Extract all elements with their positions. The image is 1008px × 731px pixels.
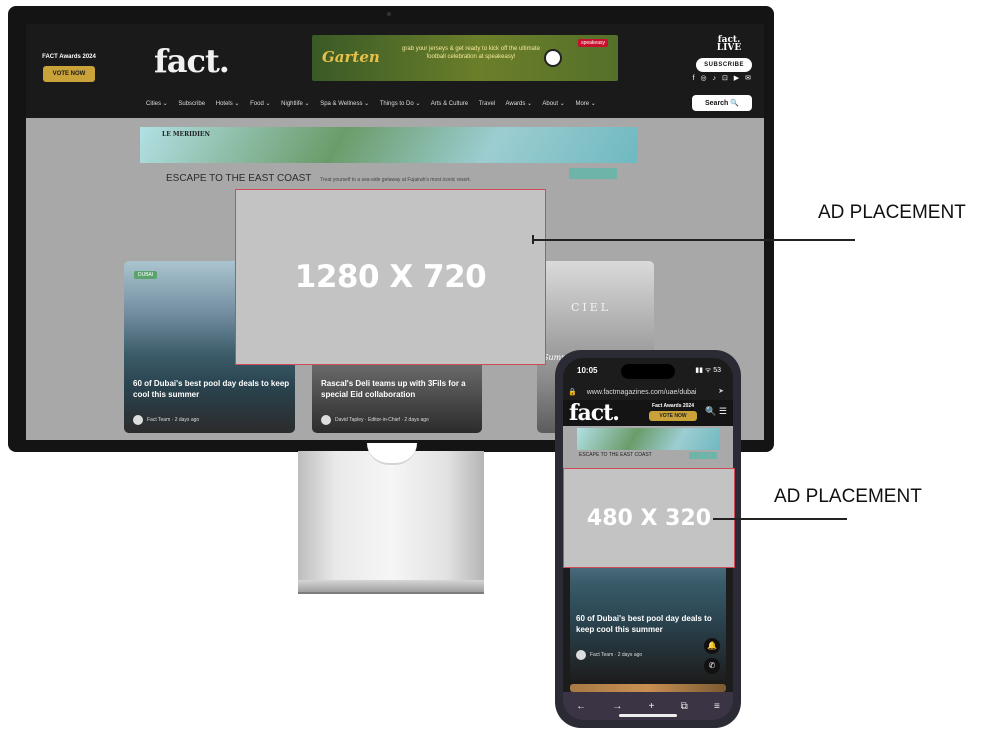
hero-ad-image[interactable]: LE MERIDIEN [140,127,637,163]
nav-item-spa[interactable]: Spa & Wellness ⌄ [320,101,369,107]
home-indicator [619,714,677,717]
mobile-logo[interactable]: fact. [569,400,620,426]
nav-item-about[interactable]: About ⌄ [542,101,564,107]
mobile-callout-line [713,518,847,520]
tabs-icon[interactable]: ⧉ [681,701,688,712]
football-icon [544,49,562,67]
whatsapp-icon[interactable]: ✆ [704,658,720,674]
banner-text: grab your jerseys & get ready to kick of… [402,46,540,60]
forward-icon[interactable]: → [612,701,622,712]
nav-item-nightlife[interactable]: Nightlife ⌄ [281,101,309,107]
awards-title: FACT Awards 2024 [42,54,96,60]
mobile-hero-ad[interactable]: ESCAPE TO THE EAST COAST [563,426,733,468]
hero-ad-cta[interactable] [569,168,617,179]
author-text: Fact Team · 2 days ago [147,417,200,423]
hero-ad-headline: ESCAPE TO THE EAST COAST [166,173,312,184]
author-text: David Tapley · Editor-in-Chief · 2 days … [335,417,429,423]
ciel-logo: CIEL [571,301,612,314]
avatar [576,650,586,660]
nav-item-things-to-do[interactable]: Things to Do ⌄ [380,101,421,107]
mobile-card-title: 60 of Dubai's best pool day deals to kee… [576,614,712,634]
nav-item-travel[interactable]: Travel [479,101,495,107]
hero-ad-text: ESCAPE TO THE EAST COAST Treat yourself … [166,173,471,184]
mobile-awards-title: Fact Awards 2024 [652,403,694,409]
desktop-ad-placement: 1280 X 720 [235,189,546,365]
vote-now-button[interactable]: VOTE NOW [42,66,96,82]
lock-icon: 🔒 [568,389,577,396]
nav-item-awards[interactable]: Awards ⌄ [505,101,532,107]
avatar [133,415,143,425]
stand-base [298,580,484,594]
desktop-callout-line [533,239,855,241]
banner-tag: speakeasy [578,39,608,47]
nav-item-arts[interactable]: Arts & Culture [431,101,468,107]
desktop-callout-label: AD PLACEMENT [818,202,966,223]
awards-promo: FACT Awards 2024 VOTE NOW [34,54,104,82]
url-text: www.factmagazines.com/uae/dubai [586,388,697,396]
search-menu-icons[interactable]: 🔍 ☰ [705,406,727,417]
mobile-ad-placement: 480 X 320 [563,468,735,568]
nav-item-more[interactable]: More ⌄ [575,101,595,107]
banner-brand: Garten [322,48,380,66]
monitor-stand [298,451,484,591]
category-tag: DUBAI [134,271,158,279]
subscribe-button[interactable]: SUBSCRIBE [696,58,752,72]
mobile-card-author: Fact Team · 2 days ago [576,650,642,660]
status-icons: ▮▮ ᯤ 53 [695,367,721,374]
social-icons[interactable]: f ◎ ♪ ⊡ ▶ ✉ [693,74,753,82]
nav-item-subscribe[interactable]: Subscribe [178,101,205,107]
mobile-awards: Fact Awards 2024 VOTE NOW [649,403,697,421]
main-nav: Cities ⌄ Subscribe Hotels ⌄ Food ⌄ Night… [146,100,605,107]
menu-icon[interactable]: ≡ [714,701,720,712]
camera-dot [387,12,391,16]
status-time: 10:05 [577,366,598,375]
url-bar[interactable]: 🔒 www.factmagazines.com/uae/dubai ➤ [568,384,728,400]
hero-ad-subline: Treat yourself to a sea-side getaway at … [320,177,471,183]
card-title: Rascal's Deli teams up with 3Fils for a … [321,379,466,399]
mobile-ad-image [577,428,720,450]
back-icon[interactable]: ← [576,701,586,712]
nav-item-hotels[interactable]: Hotels ⌄ [216,101,240,107]
meridien-logo: LE MERIDIEN [162,131,210,138]
mobile-callout-label: AD PLACEMENT [774,486,922,507]
card-title: 60 of Dubai's best pool day deals to kee… [133,379,290,399]
site-header: FACT Awards 2024 VOTE NOW fact. Garten g… [26,24,764,118]
dynamic-island [621,364,675,379]
mobile-header: fact. Fact Awards 2024 VOTE NOW 🔍 ☰ [563,400,733,426]
header-banner-ad[interactable]: Garten grab your jerseys & get ready to … [312,35,618,81]
card-author: David Tapley · Editor-in-Chief · 2 days … [321,415,429,425]
nav-item-food[interactable]: Food ⌄ [250,101,270,107]
mobile-ad-cta[interactable] [689,452,717,459]
avatar [321,415,331,425]
site-logo[interactable]: fact. [154,42,230,80]
card-author: Fact Team · 2 days ago [133,415,199,425]
mobile-vote-button[interactable]: VOTE NOW [649,411,697,421]
next-card-preview [570,684,726,692]
search-button[interactable]: Search 🔍 [691,95,752,111]
mobile-author-text: Fact Team · 2 days ago [590,652,643,658]
bell-icon[interactable]: 🔔 [704,638,720,654]
new-tab-icon[interactable]: + [649,701,655,712]
mobile-ad-headline: ESCAPE TO THE EAST COAST [579,452,652,458]
fact-live-logo[interactable]: fact. LIVE [709,36,749,53]
nav-item-cities[interactable]: Cities ⌄ [146,101,168,107]
share-icon[interactable]: ➤ [718,387,724,395]
